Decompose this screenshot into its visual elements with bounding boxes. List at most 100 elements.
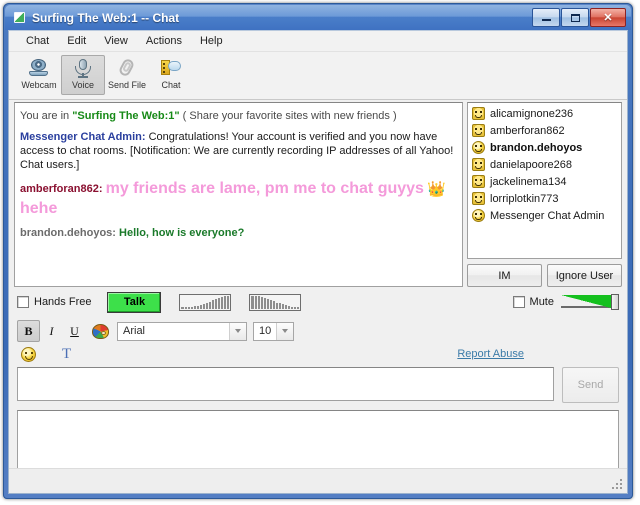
italic-button[interactable]: I	[40, 320, 63, 342]
list-item[interactable]: amberforan862	[468, 122, 621, 139]
user-name: Messenger Chat Admin	[490, 209, 605, 222]
hands-free-checkbox[interactable]: Hands Free	[17, 296, 91, 308]
menu-item-help[interactable]: Help	[191, 33, 232, 49]
webcam-button[interactable]: Webcam	[17, 55, 61, 95]
bold-button-label: B	[24, 323, 33, 338]
webcam-button-label: Webcam	[21, 80, 57, 90]
volume-ramp-icon	[561, 295, 611, 308]
font-family-select[interactable]: Arial	[117, 321, 247, 341]
status-bar	[9, 468, 627, 493]
volume-slider[interactable]	[561, 294, 619, 310]
title-bar[interactable]: Surfing The Web:1 -- Chat ✕	[5, 5, 631, 30]
message-input[interactable]	[17, 367, 554, 401]
text-tool-button[interactable]: T	[62, 346, 71, 363]
user-name: amberforan862	[490, 124, 565, 137]
user-list[interactable]: alicamignone236 amberforan862 brandon.de…	[467, 102, 622, 259]
resize-grip-icon[interactable]	[612, 479, 623, 490]
window-title: Surfing The Web:1 -- Chat	[32, 10, 180, 25]
send-file-button-label: Send File	[107, 80, 147, 90]
font-size-select[interactable]: 10	[253, 321, 294, 341]
menu-item-actions[interactable]: Actions	[137, 33, 191, 49]
system-prefix: You are in	[20, 110, 73, 122]
list-item[interactable]: jackelinema134	[468, 173, 621, 190]
microphone-level-meter	[179, 293, 232, 311]
user-face-icon	[472, 192, 485, 205]
user-name: danielapoore268	[490, 158, 572, 171]
chevron-down-icon[interactable]	[276, 322, 293, 340]
hands-free-label: Hands Free	[34, 296, 92, 308]
report-abuse-link[interactable]: Report Abuse	[457, 348, 524, 360]
talk-button-label: Talk	[123, 296, 146, 308]
slider-thumb[interactable]	[611, 294, 619, 310]
im-button-label: IM	[498, 269, 511, 282]
user-face-icon	[472, 107, 485, 120]
message-nick: amberforan862:	[20, 182, 103, 195]
menu-item-chat[interactable]: Chat	[17, 33, 58, 49]
message-nick: Messenger Chat Admin:	[20, 131, 146, 143]
chat-message: brandon.dehoyos: Hello, how is everyone?	[20, 226, 458, 240]
user-face-icon	[472, 175, 485, 188]
client-area: Chat Edit View Actions Help Webcam Voice	[8, 30, 628, 494]
send-file-button[interactable]: Send File	[105, 55, 149, 95]
microphone-icon	[72, 58, 94, 78]
chat-message: Messenger Chat Admin: Congratulations! Y…	[20, 130, 458, 172]
list-item[interactable]: alicamignone236	[468, 105, 621, 122]
menu-item-edit[interactable]: Edit	[58, 33, 95, 49]
list-item-self[interactable]: brandon.dehoyos	[468, 139, 621, 156]
meter-bars-left	[181, 295, 230, 309]
mute-checkbox[interactable]: Mute	[512, 296, 554, 308]
message-nick: brandon.dehoyos:	[20, 227, 116, 239]
minimize-button[interactable]	[532, 8, 560, 27]
underline-button-label: U	[70, 323, 79, 338]
checkbox-icon	[17, 296, 29, 308]
im-button[interactable]: IM	[467, 264, 542, 287]
chevron-down-icon[interactable]	[229, 322, 246, 340]
close-icon: ✕	[603, 12, 613, 24]
self-face-icon	[472, 141, 485, 154]
talk-button[interactable]: Talk	[107, 291, 162, 313]
chat-button[interactable]: Chat	[149, 55, 193, 95]
close-button[interactable]: ✕	[590, 8, 626, 27]
window-inner-frame: Surfing The Web:1 -- Chat ✕ Chat Edit Vi…	[3, 3, 633, 499]
list-item[interactable]: lorriplotkin773	[468, 190, 621, 207]
chat-button-label: Chat	[161, 80, 181, 90]
minimize-icon	[533, 9, 559, 26]
bold-button[interactable]: B	[17, 320, 40, 342]
format-toolbar: B I U Arial 10	[9, 319, 627, 343]
checkbox-icon	[512, 296, 525, 308]
list-item[interactable]: Messenger Chat Admin	[468, 207, 621, 224]
menu-item-view[interactable]: View	[95, 33, 137, 49]
voice-bar: Hands Free Talk Mute	[9, 289, 627, 315]
message-input-row: Send	[9, 367, 627, 407]
voice-button[interactable]: Voice	[61, 55, 105, 95]
meter-bars-right	[251, 295, 300, 309]
font-size-value: 10	[259, 325, 272, 337]
tool-bar: Webcam Voice Send File Chat	[9, 52, 627, 100]
ignore-user-button[interactable]: Ignore User	[547, 264, 622, 287]
maximize-button[interactable]	[561, 8, 589, 27]
ignore-user-button-label: Ignore User	[555, 269, 614, 282]
smiley-face-icon[interactable]	[21, 346, 36, 362]
underline-button[interactable]: U	[63, 320, 86, 342]
room-name: "Surfing The Web:1"	[72, 110, 180, 122]
menu-bar: Chat Edit View Actions Help	[9, 31, 627, 52]
chat-message: amberforan862: my friends are lame, pm m…	[20, 179, 458, 219]
italic-button-label: I	[49, 323, 54, 338]
user-face-icon	[472, 124, 485, 137]
system-suffix: ( Share your favorite sites with new fri…	[179, 110, 397, 122]
chat-transcript[interactable]: You are in "Surfing The Web:1" ( Share y…	[14, 102, 463, 287]
mute-control: Mute	[512, 294, 619, 310]
voice-button-label: Voice	[71, 80, 95, 90]
message-body-tail: hehe	[20, 200, 58, 217]
webcam-icon	[28, 58, 50, 78]
user-name: jackelinema134	[490, 175, 567, 188]
speaker-level-meter	[249, 293, 302, 311]
color-palette-icon[interactable]	[92, 323, 109, 339]
chat-window: Surfing The Web:1 -- Chat ✕ Chat Edit Vi…	[3, 3, 633, 499]
list-item[interactable]: danielapoore268	[468, 156, 621, 173]
send-button[interactable]: Send	[562, 367, 619, 403]
chat-door-icon	[160, 58, 182, 78]
user-name: lorriplotkin773	[490, 192, 559, 205]
chat-window-icon	[14, 12, 25, 23]
window-controls: ✕	[532, 8, 626, 27]
